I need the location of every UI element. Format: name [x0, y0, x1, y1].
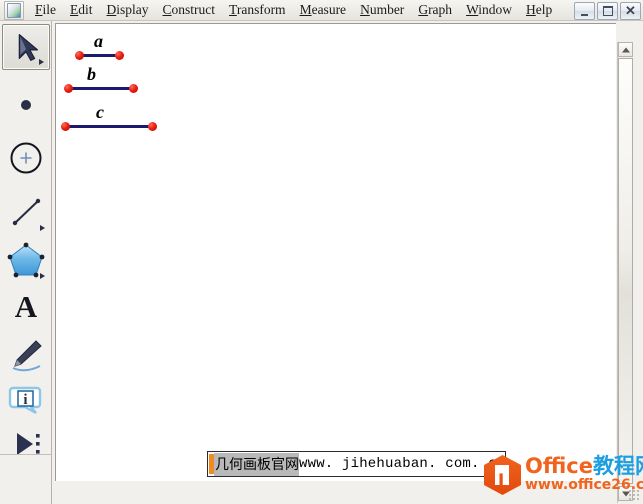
tool-text[interactable]: A: [2, 283, 50, 329]
menu-item-file[interactable]: File: [28, 1, 63, 20]
tool-straightedge-segment[interactable]: [2, 189, 50, 235]
toolbox-panel: A i: [0, 21, 52, 504]
segment-a-endpoint-left[interactable]: [75, 51, 84, 60]
pen-icon: [12, 340, 42, 372]
information-icon: i: [8, 386, 42, 415]
menu-rest-construct: onstruct: [171, 1, 216, 17]
point-icon: [21, 100, 31, 110]
circle-icon: [10, 142, 42, 174]
segment-label-a[interactable]: a: [94, 32, 103, 50]
menu-rest-number: umber: [369, 1, 405, 17]
custom-tools-icon: [17, 433, 40, 455]
menu-accel-display: D: [106, 1, 117, 17]
canvas-area: a b c 几何画板官网 www. jihehuaban. com. cn: [53, 21, 643, 504]
vertical-scrollbar[interactable]: [617, 42, 634, 503]
menu-accel-measure: M: [299, 1, 312, 17]
tool-point[interactable]: [2, 81, 50, 127]
menu-accel-number: N: [360, 1, 370, 17]
menu-accel-help: H: [526, 1, 536, 17]
chevron-up-icon: [621, 47, 630, 52]
segment-line-b[interactable]: [68, 87, 134, 90]
menu-rest-display: isplay: [116, 1, 149, 17]
tool-arrow-select[interactable]: [2, 24, 50, 70]
segment-b-endpoint-left[interactable]: [64, 84, 73, 93]
menu-rest-measure: easure: [311, 1, 347, 17]
tool-flyout-arrow[interactable]: [39, 59, 44, 65]
tool-compass-circle[interactable]: [2, 135, 50, 181]
menu-item-measure[interactable]: Measure: [293, 1, 354, 20]
minimize-button[interactable]: [574, 2, 595, 20]
segment-line-a[interactable]: [79, 54, 120, 57]
tool-flyout-arrow[interactable]: [40, 225, 45, 231]
vertical-scroll-thumb[interactable]: [618, 58, 633, 484]
menu-item-construct[interactable]: Construct: [156, 1, 223, 20]
window-controls: ✕: [574, 2, 641, 20]
menu-item-transform[interactable]: Transform: [222, 1, 293, 20]
menu-accel-graph: G: [418, 1, 429, 17]
app-icon-glyph: [7, 2, 21, 18]
menu-rest-file: ile: [42, 1, 57, 17]
segment-c-endpoint-left[interactable]: [61, 122, 70, 131]
svg-text:A: A: [15, 289, 38, 324]
menu-rest-graph: raph: [428, 1, 453, 17]
tool-custom[interactable]: [2, 421, 50, 467]
menu-accel-file: F: [35, 1, 43, 17]
menu-accel-window: W: [466, 1, 479, 17]
menu-rest-edit: dit: [78, 1, 93, 17]
menu-rest-help: elp: [535, 1, 553, 17]
menu-rest-window: indow: [478, 1, 513, 17]
segment-a-endpoint-right[interactable]: [115, 51, 124, 60]
menu-rest-transform: ransform: [236, 1, 286, 17]
svg-text:i: i: [23, 392, 27, 408]
app-icon[interactable]: [4, 0, 24, 20]
text-A-icon: A: [15, 289, 38, 324]
tool-information[interactable]: i: [2, 377, 50, 423]
menu-bar: File Edit Display Construct Transform Me…: [0, 0, 643, 21]
sketch-canvas[interactable]: a b c 几何画板官网 www. jihehuaban. com. cn: [55, 23, 616, 481]
close-button[interactable]: ✕: [620, 2, 641, 20]
text-plain-run[interactable]: www. jihehuaban. com. cn: [299, 454, 505, 474]
segment-label-c[interactable]: c: [96, 103, 104, 121]
tool-polygon[interactable]: [2, 237, 50, 283]
segment-line-c[interactable]: [65, 125, 153, 128]
segment-label-b[interactable]: b: [87, 65, 96, 83]
close-icon: ✕: [625, 3, 636, 18]
menu-item-graph[interactable]: Graph: [411, 1, 459, 20]
text-selected-run[interactable]: 几何画板官网: [214, 452, 299, 476]
menu-item-window[interactable]: Window: [459, 1, 519, 20]
menu-item-number[interactable]: Number: [353, 1, 411, 20]
toolbox-separator: [0, 454, 51, 455]
restore-button[interactable]: [597, 2, 618, 20]
scroll-up-button[interactable]: [618, 42, 633, 57]
sketchpad-window: File Edit Display Construct Transform Me…: [0, 0, 643, 504]
tool-flyout-arrow[interactable]: [40, 273, 45, 279]
resize-grip[interactable]: [628, 489, 641, 502]
canvas-text-object[interactable]: 几何画板官网 www. jihehuaban. com. cn: [207, 451, 507, 477]
menu-accel-construct: C: [162, 1, 172, 17]
segment-c-endpoint-right[interactable]: [148, 122, 157, 131]
menu-item-display[interactable]: Display: [100, 1, 156, 20]
tool-marker-pen[interactable]: [2, 331, 50, 377]
menu-item-help[interactable]: Help: [519, 1, 559, 20]
menu-item-edit[interactable]: Edit: [63, 1, 100, 20]
segment-b-endpoint-right[interactable]: [129, 84, 138, 93]
menu-accel-transform: T: [229, 1, 237, 17]
